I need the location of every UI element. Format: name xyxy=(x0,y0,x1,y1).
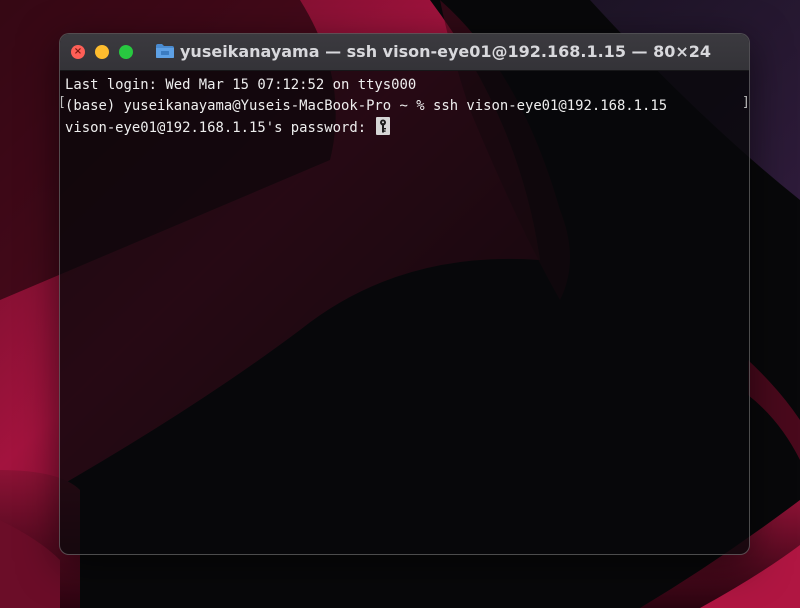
minimize-button[interactable] xyxy=(95,45,109,59)
title-bar[interactable]: × yuseikanayama — ssh vison-eye01@192.16… xyxy=(60,34,749,71)
line-mark-left: [ xyxy=(58,95,66,110)
folder-icon xyxy=(155,43,175,59)
terminal-line: Last login: Wed Mar 15 07:12:52 on ttys0… xyxy=(65,77,417,93)
close-button[interactable]: × xyxy=(71,45,85,59)
password-prompt: vison-eye01@192.168.1.15's password: xyxy=(65,120,375,136)
terminal-window[interactable]: × yuseikanayama — ssh vison-eye01@192.16… xyxy=(59,33,750,555)
terminal-line: (base) yuseikanayama@Yuseis-MacBook-Pro … xyxy=(65,98,668,114)
terminal-content[interactable]: Last login: Wed Mar 15 07:12:52 on ttys0… xyxy=(65,75,744,549)
zoom-button[interactable] xyxy=(119,45,133,59)
line-mark-right: ] xyxy=(742,95,750,110)
close-icon: × xyxy=(73,46,83,57)
key-icon xyxy=(380,119,387,133)
terminal-line: vison-eye01@192.168.1.15's password: xyxy=(65,117,744,138)
terminal-cursor[interactable] xyxy=(376,117,391,135)
window-title: yuseikanayama — ssh vison-eye01@192.168.… xyxy=(180,42,712,61)
